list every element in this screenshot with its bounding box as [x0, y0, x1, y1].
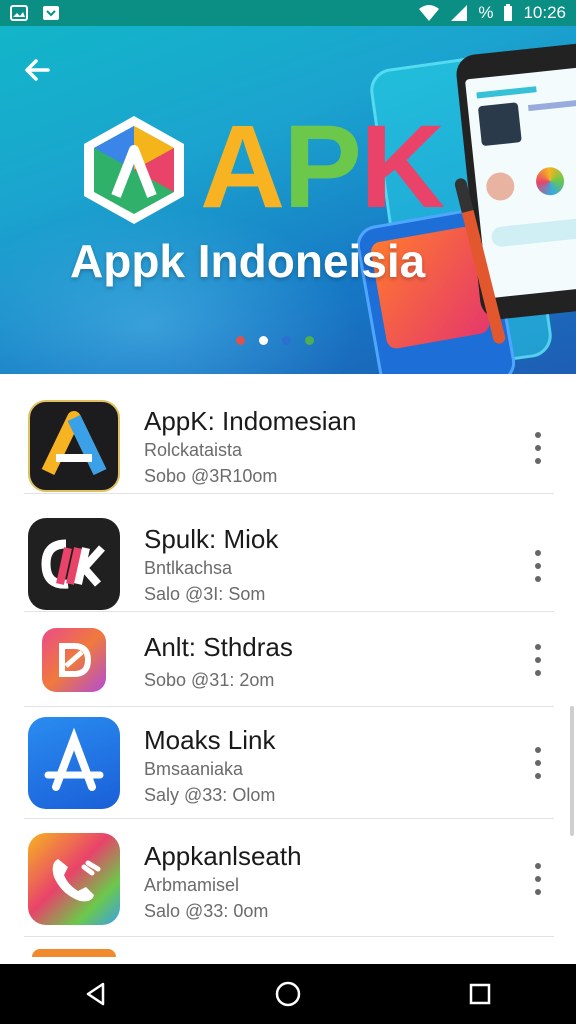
- app-meta: Salo @33: 0om: [144, 901, 269, 921]
- app-meta: Saly @33: Olom: [144, 785, 276, 805]
- home-icon: [275, 981, 301, 1007]
- phone-call-icon: [28, 833, 120, 925]
- more-options-icon[interactable]: [526, 743, 550, 783]
- brand-letter-a: A: [200, 101, 285, 233]
- more-options-icon[interactable]: [526, 640, 550, 680]
- app-title: Moaks Link: [144, 725, 276, 755]
- banner-subtitle: Appk Indoneisia: [70, 235, 426, 287]
- carousel-dot[interactable]: [236, 336, 245, 345]
- list-item[interactable]: AppK: Indomesian Rolckataista Sobo @3R10…: [24, 376, 554, 494]
- download-icon: [43, 6, 59, 20]
- list-item[interactable]: Anlt: Sthdras Sobo @31: 2om: [24, 612, 554, 707]
- app-subtitle: Bntlkachsa: [144, 558, 233, 578]
- app-list: AppK: Indomesian Rolckataista Sobo @3R10…: [0, 376, 576, 957]
- back-arrow-icon[interactable]: [18, 50, 58, 90]
- app-title: AppK: Indomesian: [144, 406, 357, 436]
- app-subtitle: Arbmamisel: [144, 875, 240, 895]
- back-icon: [86, 982, 105, 1006]
- list-item-partial[interactable]: [24, 937, 554, 957]
- brand-letter-k: K: [359, 101, 445, 233]
- nav-back-button[interactable]: [66, 964, 126, 1024]
- uk-logo-icon: [28, 518, 120, 610]
- app-subtitle: Bmsaaniaka: [144, 759, 244, 779]
- more-options-icon[interactable]: [526, 859, 550, 899]
- more-options-icon[interactable]: [526, 428, 550, 468]
- battery-text: %: [478, 3, 494, 22]
- more-options-icon[interactable]: [526, 546, 550, 586]
- recents-icon: [469, 983, 491, 1005]
- d-logo-icon: [42, 628, 106, 692]
- scrollbar[interactable]: [570, 706, 574, 836]
- app-meta: Salo @3I: Som: [144, 584, 266, 604]
- system-nav-bar: [0, 964, 576, 1024]
- list-item[interactable]: Appkanlseath Arbmamisel Salo @33: 0om: [24, 819, 554, 937]
- apk-logo-icon: [84, 116, 184, 224]
- signal-icon: [451, 5, 468, 21]
- hero-banner[interactable]: APK Appk Indoneisia: [0, 26, 576, 374]
- app-store-a-icon: [28, 717, 120, 809]
- carousel-dot[interactable]: [305, 336, 314, 345]
- carousel-dot[interactable]: [282, 336, 291, 345]
- status-bar: % 10:26: [0, 0, 576, 26]
- app-subtitle: Rolckataista: [144, 440, 243, 460]
- app-icon-partial: [32, 949, 116, 957]
- appk-a-icon: [28, 400, 120, 492]
- carousel-dot-active[interactable]: [259, 336, 268, 345]
- app-title: Spulk: Miok: [144, 524, 279, 554]
- brand-wordmark: APK: [200, 108, 445, 226]
- battery-icon: [504, 4, 513, 21]
- list-item[interactable]: Spulk: Miok Bntlkachsa Salo @3I: Som: [24, 494, 554, 612]
- app-meta: Sobo @3R10om: [144, 466, 278, 486]
- carousel-indicator[interactable]: [236, 336, 314, 345]
- nav-home-button[interactable]: [258, 964, 318, 1024]
- clock: 10:26: [523, 3, 566, 22]
- image-icon: [10, 5, 28, 21]
- app-meta: Sobo @31: 2om: [144, 670, 275, 690]
- app-title: Appkanlseath: [144, 841, 302, 871]
- nav-recents-button[interactable]: [450, 964, 510, 1024]
- list-item[interactable]: Moaks Link Bmsaaniaka Saly @33: Olom: [24, 707, 554, 819]
- wifi-icon: [419, 5, 440, 21]
- app-title: Anlt: Sthdras: [144, 632, 293, 662]
- brand-letter-p: P: [283, 101, 362, 233]
